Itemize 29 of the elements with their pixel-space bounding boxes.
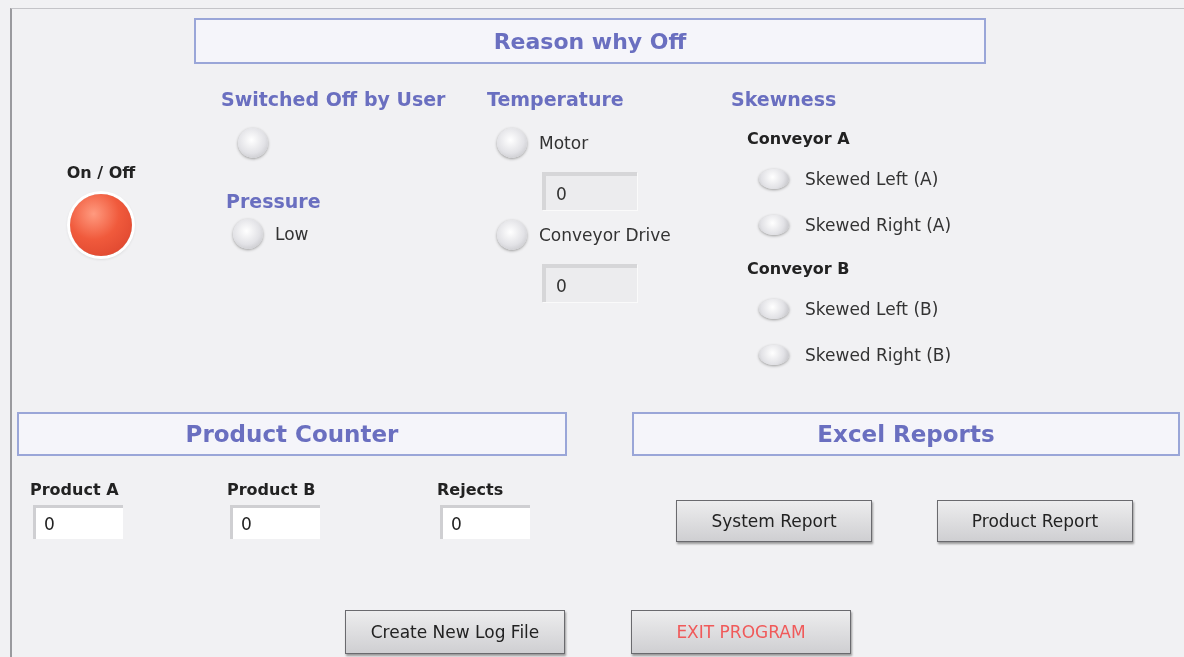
group-title: Switched Off by User <box>221 87 447 112</box>
value-display: 0 <box>542 172 637 210</box>
conveyor-label: Conveyor B <box>746 258 851 280</box>
report-button[interactable]: System Report <box>676 500 872 542</box>
indicator-label: Skewed Right (B) <box>805 345 952 365</box>
power-button[interactable] <box>70 194 132 256</box>
counter-label: Rejects <box>437 480 505 499</box>
group-title: Skewness <box>731 87 838 112</box>
counter-label: Product B <box>227 480 317 499</box>
section-header: Excel Reports <box>632 412 1180 456</box>
indicator-label: Skewed Left (A) <box>805 169 939 189</box>
power-label: On / Off <box>66 163 136 182</box>
log-file-button[interactable]: Create New Log File <box>345 610 565 654</box>
indicator-label: Conveyor Drive <box>539 225 671 245</box>
conveyor-label: Conveyor A <box>746 128 851 150</box>
indicator-label: Low <box>275 224 309 244</box>
indicator-label: Skewed Left (B) <box>805 299 939 319</box>
counter-field[interactable]: 0 <box>230 505 320 539</box>
section-header: Product Counter <box>17 412 567 456</box>
counter-label: Product A <box>30 480 120 499</box>
indicator-label: Motor <box>539 133 589 153</box>
counter-field[interactable]: 0 <box>33 505 123 539</box>
group-title: Temperature <box>487 87 625 112</box>
counter-field[interactable]: 0 <box>440 505 530 539</box>
group-title: Pressure <box>225 189 322 214</box>
indicator-label: Skewed Right (A) <box>805 215 952 235</box>
value-display: 0 <box>542 264 637 302</box>
section-header: Reason why Off <box>194 18 986 64</box>
report-button[interactable]: Product Report <box>937 500 1133 542</box>
